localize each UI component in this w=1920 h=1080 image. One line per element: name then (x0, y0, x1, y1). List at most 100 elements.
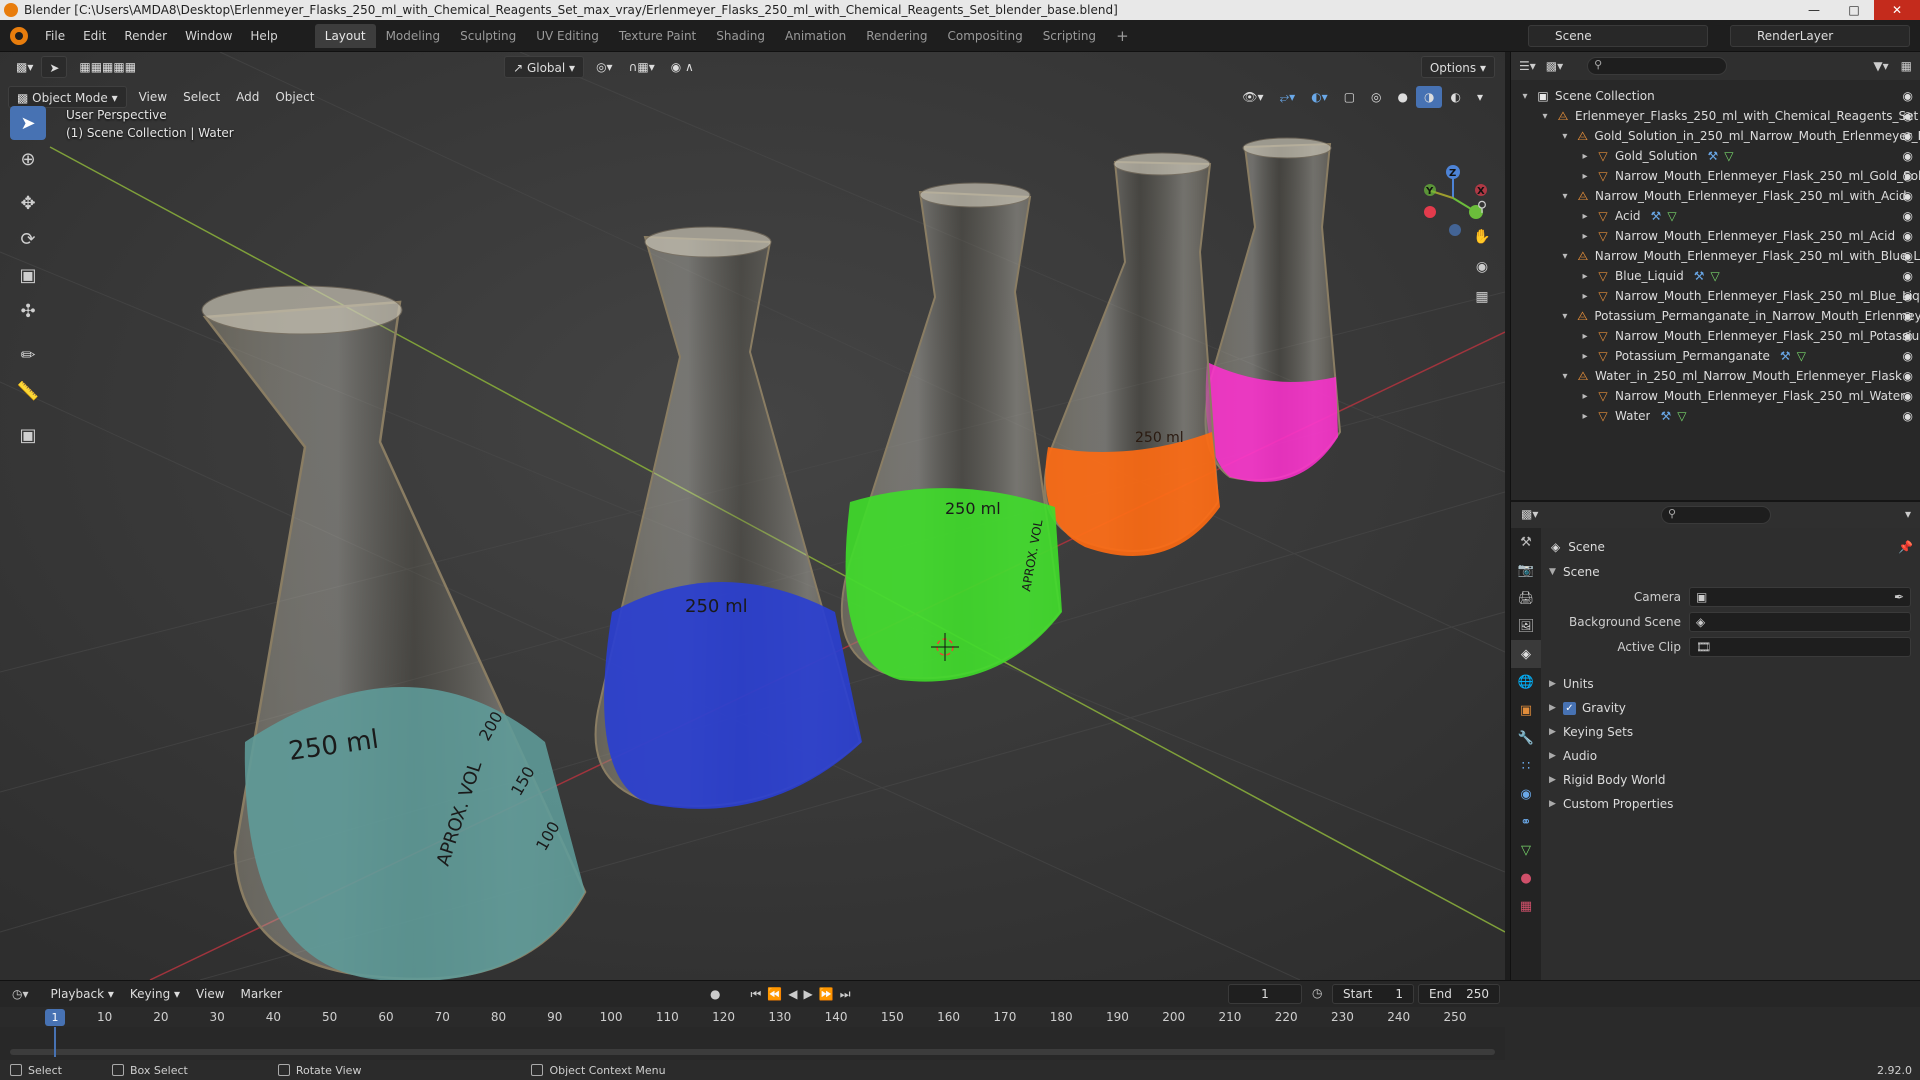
mesh-data-icon[interactable]: ▽ (1711, 269, 1720, 283)
expand-arrow-icon[interactable]: ▸ (1579, 411, 1591, 422)
filter-icon[interactable]: ▼▾ (1873, 59, 1888, 73)
modifier-wrench-icon[interactable]: ⚒ (1780, 349, 1791, 363)
snap-icon[interactable]: ∩▦▾ (621, 56, 663, 78)
object-tab-icon[interactable]: ▣ (1511, 696, 1541, 724)
marker-menu[interactable]: Marker (233, 983, 290, 1005)
particles-tab-icon[interactable]: ∷ (1511, 752, 1541, 780)
world-tab-icon[interactable]: 🌐 (1511, 668, 1541, 696)
visibility-icon[interactable]: 👁▾ (1234, 86, 1271, 108)
outliner-scene-collection[interactable]: ▾ ▣ Scene Collection ◉ (1511, 86, 1920, 106)
background-scene-field[interactable]: ◈ (1689, 612, 1911, 632)
expand-arrow-icon[interactable]: ▾ (1559, 251, 1571, 262)
shading-options-icon[interactable]: ▾ (1469, 86, 1491, 108)
outliner-search-input[interactable]: ⚲ (1587, 57, 1728, 75)
cursor-tool-icon[interactable]: ⊕ (10, 142, 46, 176)
expand-arrow-icon[interactable]: ▸ (1579, 151, 1591, 162)
playback-menu[interactable]: Playback ▾ (43, 983, 122, 1005)
visibility-eye-icon[interactable]: ◉ (1903, 389, 1913, 403)
tab-scripting[interactable]: Scripting (1033, 24, 1106, 48)
timeline-track-area[interactable] (0, 1027, 1505, 1061)
proportional-edit-icon[interactable]: ◉ ∧ (663, 56, 702, 78)
modifier-tab-icon[interactable]: 🔧 (1511, 724, 1541, 752)
material-tab-icon[interactable]: ● (1511, 864, 1541, 892)
mesh-data-icon[interactable]: ▽ (1677, 409, 1686, 423)
shading-rendered-icon[interactable]: ◐ (1442, 86, 1468, 108)
start-frame-field[interactable]: Start 1 (1332, 984, 1414, 1004)
measure-tool-icon[interactable]: 📏 (10, 374, 46, 408)
display-mode-icon[interactable]: ▩▾ (1546, 59, 1563, 73)
visibility-eye-icon[interactable]: ◉ (1903, 289, 1913, 303)
outliner-item[interactable]: ▸ ▽ Narrow_Mouth_Erlenmeyer_Flask_250_ml_B… (1511, 286, 1920, 306)
visibility-eye-icon[interactable]: ◉ (1903, 229, 1913, 243)
visibility-eye-icon[interactable]: ◉ (1903, 309, 1913, 323)
scene-panel-header[interactable]: ▼ Scene (1549, 562, 1600, 582)
shading-material-icon[interactable]: ◑ (1416, 86, 1443, 108)
modifier-wrench-icon[interactable]: ⚒ (1651, 209, 1662, 223)
menu-select[interactable]: Select (175, 86, 228, 108)
timeline-view-menu[interactable]: View (188, 983, 232, 1005)
add-workspace-icon[interactable]: + (1106, 24, 1139, 48)
menu-help[interactable]: Help (241, 24, 286, 48)
expand-arrow-icon[interactable]: ▾ (1559, 131, 1571, 142)
outliner-item[interactable]: ▸ ▽ Acid ⚒ ▽ ◉ (1511, 206, 1920, 226)
menu-add[interactable]: Add (228, 86, 267, 108)
play-reverse-icon[interactable]: ◀ (788, 987, 797, 1001)
expand-arrow-icon[interactable]: ▾ (1539, 111, 1551, 122)
expand-arrow-icon[interactable]: ▾ (1559, 371, 1571, 382)
playhead-line[interactable] (54, 1027, 56, 1057)
minimize-icon[interactable]: — (1794, 0, 1834, 20)
visibility-eye-icon[interactable]: ◉ (1903, 169, 1913, 183)
menu-object[interactable]: Object (267, 86, 322, 108)
3d-viewport[interactable]: 250 ml APROX. VOL 200 150 100 250 ml 250… (0, 52, 1505, 980)
properties-search-input[interactable]: ⚲ (1661, 506, 1771, 524)
expand-arrow-icon[interactable]: ▸ (1579, 171, 1591, 182)
shading-solid-icon[interactable]: ● (1390, 86, 1416, 108)
tab-layout[interactable]: Layout (314, 23, 376, 48)
jump-start-icon[interactable]: ⏮ (751, 987, 762, 1002)
rotate-tool-icon[interactable]: ⟳ (10, 222, 46, 256)
next-keyframe-icon[interactable]: ⏩ (819, 987, 834, 1001)
view-layer-selector[interactable]: RenderLayer (1730, 25, 1910, 47)
expand-arrow-icon[interactable]: ▾ (1559, 311, 1571, 322)
annotate-tool-icon[interactable]: ✏ (10, 338, 46, 372)
select-box-tool-icon[interactable]: ➤ (10, 106, 46, 140)
view-layer-tab-icon[interactable]: 🖼 (1511, 612, 1541, 640)
camera-field[interactable]: ▣ ✒ (1689, 587, 1911, 607)
keying-sets-panel[interactable]: ▶ Keying Sets (1549, 722, 1633, 742)
blender-logo-icon[interactable] (10, 26, 28, 45)
add-cube-tool-icon[interactable]: ▣ (10, 418, 46, 452)
modifier-wrench-icon[interactable]: ⚒ (1707, 149, 1718, 163)
visibility-eye-icon[interactable]: ◉ (1903, 249, 1913, 263)
mesh-data-icon[interactable]: ▽ (1724, 149, 1733, 163)
tab-shading[interactable]: Shading (706, 24, 775, 48)
outliner-item[interactable]: ▾ ⨺ Gold_Solution_in_250_ml_Narrow_Mouth_E… (1511, 126, 1920, 146)
outliner-editor-icon[interactable]: ☰▾ (1519, 59, 1536, 73)
visibility-eye-icon[interactable]: ◉ (1903, 269, 1913, 283)
expand-arrow-icon[interactable]: ▾ (1559, 191, 1571, 202)
gravity-checkbox[interactable]: ✓ (1563, 701, 1576, 715)
gravity-panel[interactable]: ▶ ✓ Gravity (1549, 698, 1626, 718)
gizmo-toggle-icon[interactable]: ⥂▾ (1272, 86, 1304, 108)
physics-tab-icon[interactable]: ◉ (1511, 780, 1541, 808)
tab-rendering[interactable]: Rendering (856, 24, 937, 48)
outliner-item[interactable]: ▸ ▽ Water ⚒ ▽ ◉ (1511, 406, 1920, 426)
audio-panel[interactable]: ▶ Audio (1549, 746, 1597, 766)
texture-tab-icon[interactable]: ▦ (1511, 892, 1541, 920)
outliner-item[interactable]: ▸ ▽ Gold_Solution ⚒ ▽ ◉ (1511, 146, 1920, 166)
visibility-eye-icon[interactable]: ◉ (1903, 209, 1913, 223)
current-frame-field[interactable]: 1 (1228, 984, 1302, 1004)
constraints-tab-icon[interactable]: ⚭ (1511, 808, 1541, 836)
timeline-editor-icon[interactable]: ◷▾ (12, 987, 29, 1001)
close-icon[interactable]: ✕ (1874, 0, 1920, 20)
prev-keyframe-icon[interactable]: ⏪ (767, 987, 782, 1001)
outliner-item[interactable]: ▸ ▽ Blue_Liquid ⚒ ▽ ◉ (1511, 266, 1920, 286)
options-dropdown[interactable]: Options ▾ (1420, 56, 1495, 78)
keying-menu[interactable]: Keying ▾ (122, 983, 188, 1005)
new-collection-icon[interactable]: ▦ (1901, 59, 1912, 73)
custom-properties-panel[interactable]: ▶ Custom Properties (1549, 794, 1673, 814)
eyedropper-icon[interactable]: ✒ (1894, 590, 1904, 604)
units-panel[interactable]: ▶ Units (1549, 674, 1594, 694)
visibility-eye-icon[interactable]: ◉ (1903, 149, 1913, 163)
menu-edit[interactable]: Edit (74, 24, 115, 48)
record-icon[interactable]: ● (710, 987, 720, 1001)
